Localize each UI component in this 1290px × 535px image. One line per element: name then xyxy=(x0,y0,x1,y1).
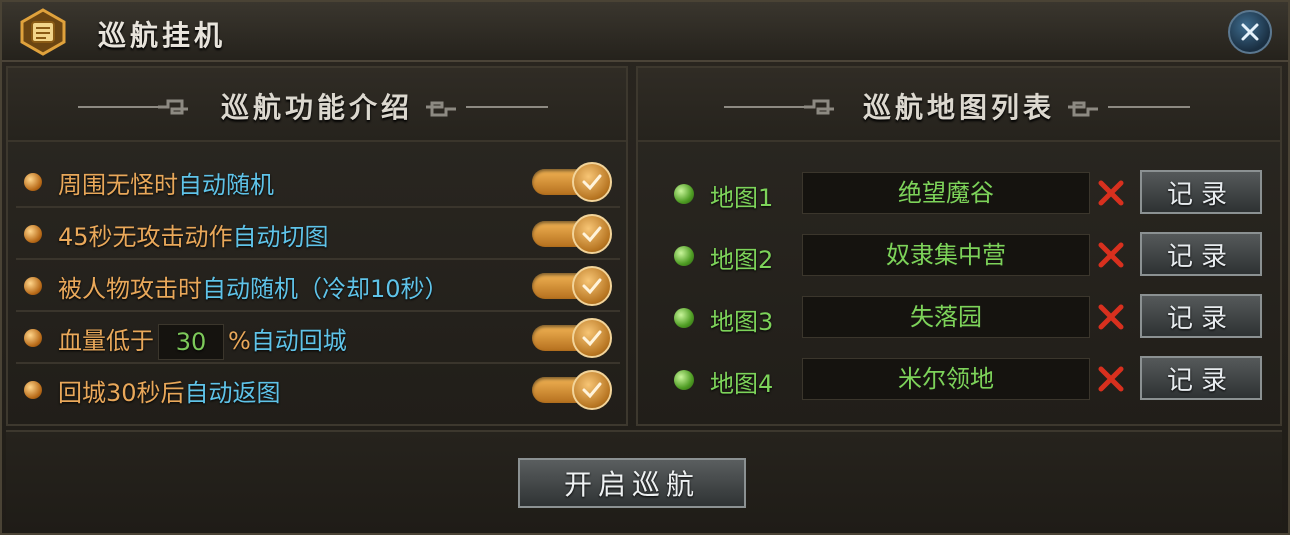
map-label: 地图4 xyxy=(710,370,774,398)
record-button[interactable]: 记录 xyxy=(1140,232,1262,276)
option-label: 被人物攻击时自动随机（冷却10秒） xyxy=(58,275,449,303)
map-name-field[interactable]: 绝望魔谷 xyxy=(802,172,1090,214)
map-label: 地图2 xyxy=(710,246,774,274)
map-name-field[interactable]: 奴隶集中营 xyxy=(802,234,1090,276)
status-dot-icon xyxy=(674,184,694,204)
option-label: 回城30秒后自动返图 xyxy=(58,379,281,407)
map-list-panel-header: 巡航地图列表 xyxy=(638,68,1280,142)
toggle-auto-switch-map[interactable] xyxy=(528,212,616,254)
map-row-2: 地图2 奴隶集中营 记录 xyxy=(668,232,1268,278)
bullet-icon xyxy=(24,277,42,295)
checkmark-icon xyxy=(582,226,602,243)
right-ornament-icon xyxy=(1068,101,1190,117)
option-row-auto-switch-map: 45秒无攻击动作自动切图 xyxy=(16,208,620,260)
option-row-auto-return-map: 回城30秒后自动返图 xyxy=(16,364,620,414)
scroll-emblem-icon xyxy=(20,8,66,56)
record-button[interactable]: 记录 xyxy=(1140,356,1262,400)
close-button[interactable] xyxy=(1228,10,1272,54)
option-row-low-hp-return: 血量低于 30 %自动回城 xyxy=(16,312,620,364)
status-dot-icon xyxy=(674,308,694,328)
option-label: 周围无怪时自动随机 xyxy=(58,171,274,199)
footer-bar: 开启巡航 xyxy=(6,430,1282,532)
status-dot-icon xyxy=(674,370,694,390)
bullet-icon xyxy=(24,225,42,243)
delete-icon[interactable] xyxy=(1096,302,1126,332)
feature-panel-header: 巡航功能介绍 xyxy=(8,68,626,142)
bullet-icon xyxy=(24,173,42,191)
checkmark-icon xyxy=(582,278,602,295)
delete-icon[interactable] xyxy=(1096,178,1126,208)
cruise-window: 巡航挂机 巡航功能介绍 周围无怪时自动随机 45秒无攻击动作自动切图 被人物攻击… xyxy=(0,0,1290,535)
map-row-3: 地图3 失落园 记录 xyxy=(668,294,1268,340)
checkmark-icon xyxy=(582,330,602,347)
option-label: 45秒无攻击动作自动切图 xyxy=(58,223,329,251)
map-name-field[interactable]: 失落园 xyxy=(802,296,1090,338)
toggle-attacked-random[interactable] xyxy=(528,264,616,306)
record-button[interactable]: 记录 xyxy=(1140,294,1262,338)
map-row-1: 地图1 绝望魔谷 记录 xyxy=(668,170,1268,216)
map-label: 地图1 xyxy=(710,184,774,212)
map-row-4: 地图4 米尔领地 记录 xyxy=(668,356,1268,402)
map-label: 地图3 xyxy=(710,308,774,336)
bullet-icon xyxy=(24,329,42,347)
feature-panel: 巡航功能介绍 周围无怪时自动随机 45秒无攻击动作自动切图 被人物攻击时自动随机… xyxy=(6,66,628,426)
delete-icon[interactable] xyxy=(1096,364,1126,394)
toggle-auto-random[interactable] xyxy=(528,160,616,202)
map-name-field[interactable]: 米尔领地 xyxy=(802,358,1090,400)
toggle-auto-return-map[interactable] xyxy=(528,368,616,410)
delete-icon[interactable] xyxy=(1096,240,1126,270)
hp-threshold-input[interactable]: 30 xyxy=(158,324,224,360)
window-title: 巡航挂机 xyxy=(98,19,227,52)
toggle-low-hp-return[interactable] xyxy=(528,316,616,358)
checkmark-icon xyxy=(582,382,602,399)
right-ornament-icon xyxy=(426,101,548,117)
status-dot-icon xyxy=(674,246,694,266)
start-cruise-button[interactable]: 开启巡航 xyxy=(518,458,746,508)
checkmark-icon xyxy=(582,174,602,191)
title-bar: 巡航挂机 xyxy=(2,2,1288,62)
option-row-auto-random: 周围无怪时自动随机 xyxy=(16,156,620,208)
bullet-icon xyxy=(24,381,42,399)
option-row-attacked-random: 被人物攻击时自动随机（冷却10秒） xyxy=(16,260,620,312)
map-list-panel: 巡航地图列表 地图1 绝望魔谷 记录 地图2 奴隶集中营 记录 地图3 失落园 xyxy=(636,66,1282,426)
record-button[interactable]: 记录 xyxy=(1140,170,1262,214)
close-icon xyxy=(1241,23,1259,41)
option-label: 血量低于 30 %自动回城 xyxy=(58,321,347,360)
